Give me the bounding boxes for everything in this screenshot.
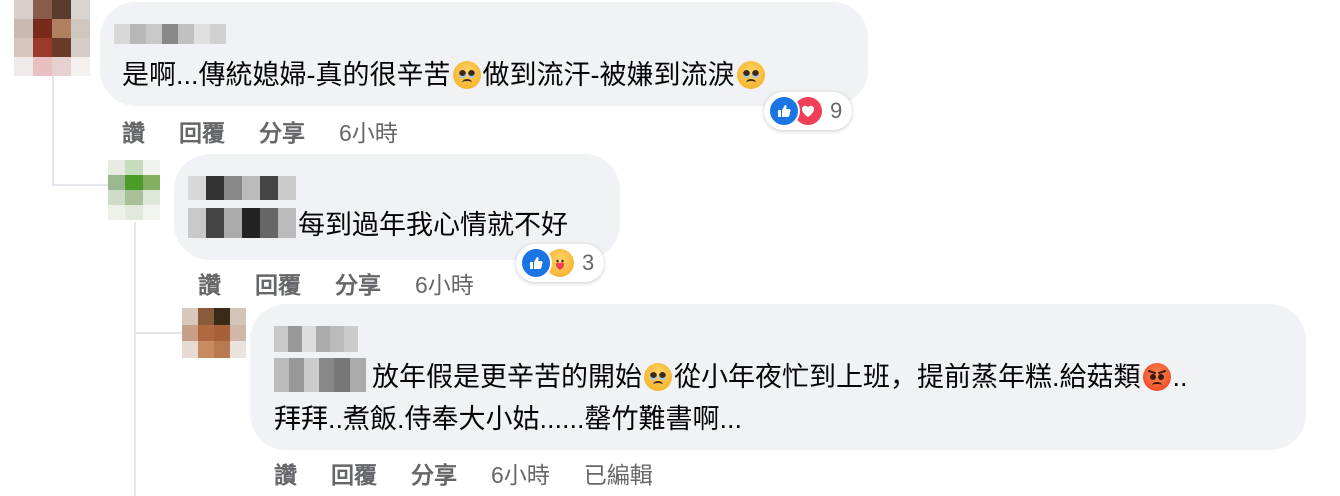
comment-bubble: 放年假是更辛苦的開始 從小年夜忙到上班，提前蒸年糕.給菇類.. 拜拜..煮飯.侍奉… (250, 304, 1306, 450)
avatar[interactable] (14, 0, 90, 76)
sad-face-icon (736, 61, 765, 89)
reply-button[interactable]: 回覆 (255, 266, 301, 300)
thread-line (52, 68, 54, 186)
author-name-blurred[interactable] (188, 176, 298, 200)
share-button[interactable]: 分享 (411, 456, 457, 490)
edited-label[interactable]: 已編輯 (584, 456, 653, 490)
thread-line-curve (52, 184, 108, 186)
share-button[interactable]: 分享 (335, 266, 381, 300)
timestamp[interactable]: 6小時 (415, 266, 474, 300)
reply-button[interactable]: 回覆 (331, 456, 377, 490)
comment-text-line1: 放年假是更辛苦的開始 從小年夜忙到上班，提前蒸年糕.給菇類.. (372, 362, 1188, 392)
comment-actions: 讚 回覆 分享 6小時 已編輯 (274, 456, 687, 490)
timestamp[interactable]: 6小時 (339, 114, 398, 148)
pleading-face-icon (644, 363, 672, 391)
avatar[interactable] (182, 308, 246, 358)
thread-line-curve (134, 332, 182, 334)
reaction-summary[interactable]: 3 (516, 244, 605, 282)
like-button[interactable]: 讚 (274, 456, 297, 490)
comment-actions: 讚 回覆 分享 6小時 (198, 266, 508, 300)
like-icon (768, 95, 800, 127)
thread-line (134, 222, 136, 496)
reaction-summary[interactable]: 9 (764, 92, 853, 130)
author-name-blurred[interactable] (188, 208, 298, 238)
reaction-count: 3 (582, 250, 595, 275)
pleading-face-icon (452, 61, 481, 89)
comment-bubble: 是啊...傳統媳婦-真的很辛苦 做到流汗-被嫌到流淚 (100, 2, 868, 106)
author-name-blurred[interactable] (274, 358, 366, 392)
author-name-blurred[interactable] (274, 326, 358, 352)
angry-face-icon (1142, 363, 1171, 391)
comment-actions: 讚 回覆 分享 6小時 (122, 114, 432, 148)
like-button[interactable]: 讚 (198, 266, 221, 300)
avatar[interactable] (108, 160, 160, 220)
comment-text-line2: 拜拜..煮飯.侍奉大小姑......罄竹難書啊... (274, 404, 743, 434)
timestamp[interactable]: 6小時 (491, 456, 550, 490)
reaction-count: 9 (830, 98, 843, 123)
comment-text: 每到過年我心情就不好 (298, 210, 568, 240)
reply-button[interactable]: 回覆 (179, 114, 225, 148)
share-button[interactable]: 分享 (259, 114, 305, 148)
like-icon (520, 247, 552, 279)
like-button[interactable]: 讚 (122, 114, 145, 148)
comment-text: 是啊...傳統媳婦-真的很辛苦 做到流汗-被嫌到流淚 (122, 54, 767, 96)
author-name-blurred[interactable] (114, 24, 226, 44)
